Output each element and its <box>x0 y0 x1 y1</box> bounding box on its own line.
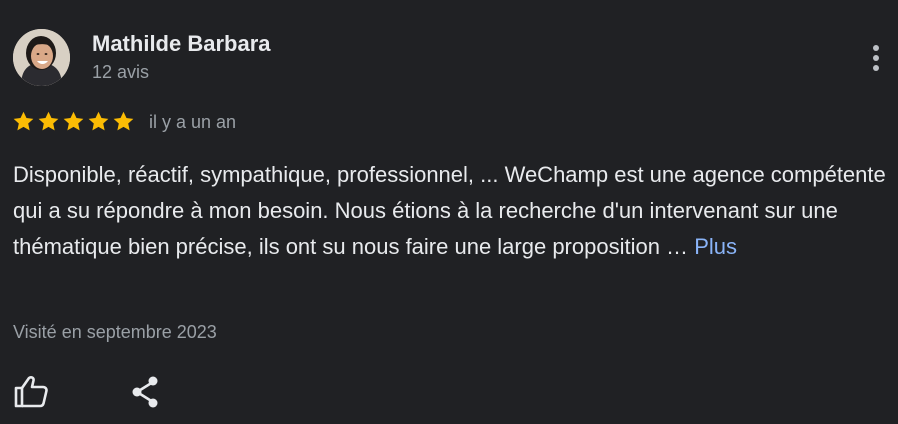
star-icon <box>13 111 34 131</box>
share-button[interactable] <box>127 374 165 410</box>
star-icon <box>38 111 59 131</box>
like-button[interactable] <box>12 374 50 410</box>
author-name[interactable]: Mathilde Barbara <box>92 31 271 57</box>
review-body: Disponible, réactif, sympathique, profes… <box>13 162 886 259</box>
show-more-link[interactable]: Plus <box>694 234 737 259</box>
star-rating <box>12 110 135 133</box>
avatar-photo <box>13 29 70 86</box>
star-icon <box>113 111 134 131</box>
thumbs-up-icon <box>14 376 48 408</box>
review-text: Disponible, réactif, sympathique, profes… <box>13 157 889 265</box>
more-vertical-icon <box>873 45 879 51</box>
review-card: Mathilde Barbara 12 avis il y a un an Di… <box>0 0 898 424</box>
review-date: il y a un an <box>149 112 237 132</box>
more-options-button[interactable] <box>862 40 890 76</box>
star-icon <box>88 111 109 131</box>
share-icon <box>132 376 158 408</box>
star-icon <box>63 111 84 131</box>
author-avatar[interactable] <box>13 29 70 86</box>
author-review-count: 12 avis <box>92 62 150 82</box>
visit-date: Visité en septembre 2023 <box>13 322 217 342</box>
